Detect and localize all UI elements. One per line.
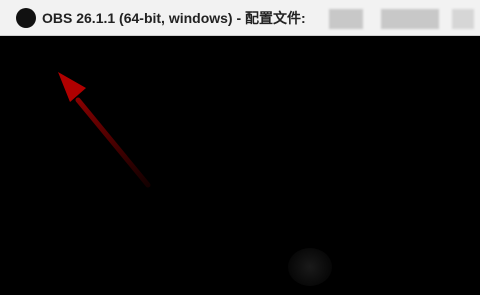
annotation-arrow-icon [58, 72, 151, 188]
obs-main-window: OBS 26.1.1 (64-bit, windows) - 配置文件: [0, 0, 480, 295]
